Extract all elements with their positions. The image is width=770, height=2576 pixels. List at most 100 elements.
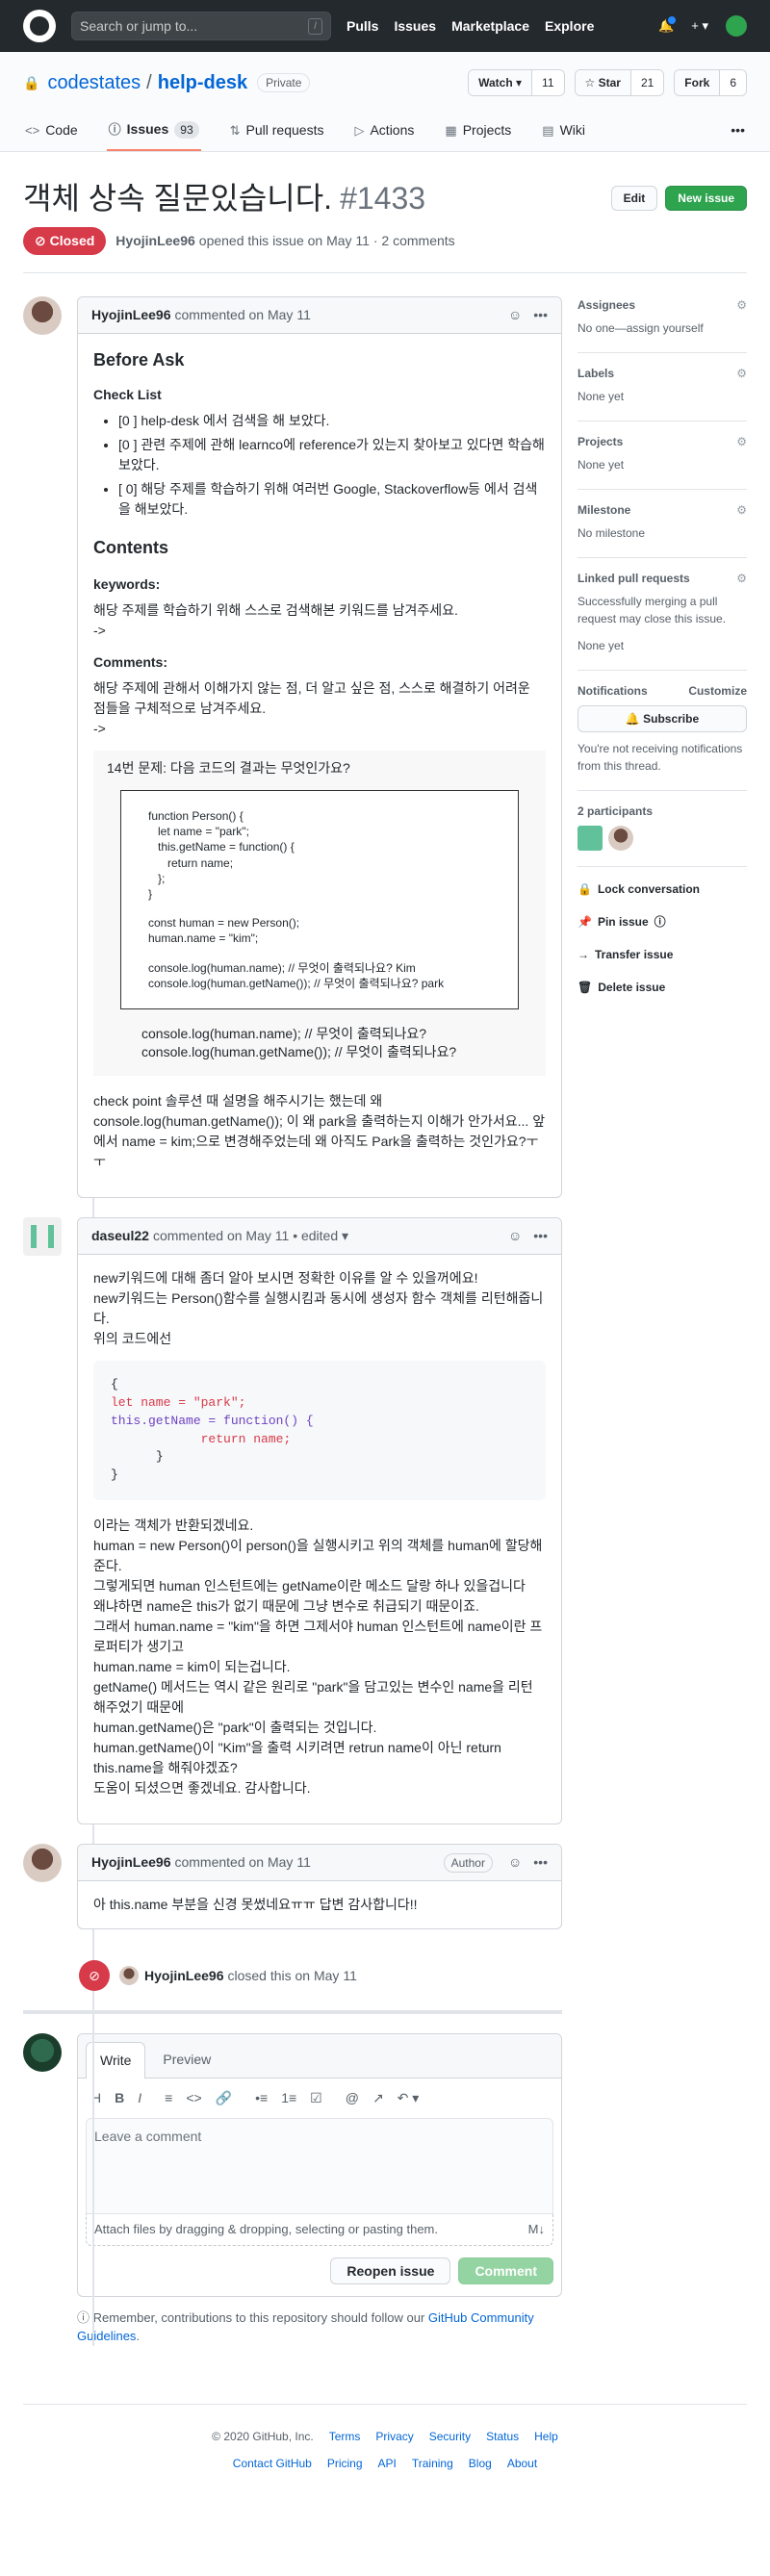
bold-icon[interactable]: B [115,2088,124,2108]
code-line: const human = new Person(); [148,916,300,931]
footer-link[interactable]: Terms [329,2428,361,2445]
footer-link[interactable]: Contact GitHub [233,2455,312,2472]
avatar-menu[interactable] [726,15,747,37]
attach-files-bar[interactable]: Attach files by dragging & dropping, sel… [86,2214,553,2246]
footer-link[interactable]: Status [486,2428,519,2445]
smiley-icon[interactable]: ☺ [508,305,522,325]
smiley-icon[interactable]: ☺ [508,1852,522,1873]
italic-icon[interactable]: I [138,2088,141,2108]
more-icon[interactable]: ••• [729,112,747,151]
event-author[interactable]: HyojinLee96 [144,1966,223,1986]
comment-textarea[interactable]: Leave a comment [86,2118,553,2215]
embedded-image[interactable]: 14번 문제: 다음 코드의 결과는 무엇인가요? function Perso… [93,751,546,1077]
task-list-icon[interactable]: ☑ [310,2088,322,2108]
transfer-issue-link[interactable]: → Transfer issue [578,946,747,963]
create-new-menu[interactable]: + ▾ [691,16,708,36]
nav-marketplace[interactable]: Marketplace [451,16,529,37]
comment: HyojinLee96 commented on May 11 Author ☺ ••… [23,1844,562,1930]
tab-code[interactable]: <> Code [23,112,80,151]
avatar[interactable] [608,826,633,851]
comment-meta[interactable]: commented on May 11 • edited ▾ [153,1226,348,1246]
kebab-menu-icon[interactable]: ••• [533,1226,548,1246]
bulleted-list-icon[interactable]: •≡ [255,2088,268,2108]
footer-link[interactable]: Privacy [375,2428,413,2445]
gear-icon[interactable]: ⚙ [736,296,747,314]
assignees-value[interactable]: No one—assign yourself [578,319,747,337]
nav-issues[interactable]: Issues [394,16,436,37]
footer-link[interactable]: Pricing [327,2455,363,2472]
gear-icon[interactable]: ⚙ [736,570,747,587]
footer-link[interactable]: API [378,2455,397,2472]
event-text: closed this on May 11 [227,1967,357,1983]
tab-write[interactable]: Write [86,2042,146,2079]
search-input[interactable]: Search or jump to... / [71,12,331,40]
reply-icon[interactable]: ↶ ▾ [398,2088,420,2108]
link-icon[interactable]: 🔗 [216,2088,232,2108]
author-badge: Author [443,1852,493,1873]
new-issue-button[interactable]: New issue [665,186,747,211]
quote-icon[interactable]: ≡ [165,2088,172,2108]
comment-author[interactable]: daseul22 [91,1226,149,1246]
code-icon: <> [25,122,40,138]
smiley-icon[interactable]: ☺ [508,1226,522,1246]
avatar[interactable] [23,296,62,335]
list-item: [0 ] help-desk 에서 검색을 해 보았다. [118,411,546,431]
footer-link[interactable]: Security [429,2428,471,2445]
tab-actions[interactable]: ▷ Actions [352,112,416,151]
numbered-list-icon[interactable]: 1≡ [281,2088,296,2108]
repo-name-link[interactable]: help-desk [158,68,247,97]
avatar[interactable] [578,826,603,851]
paragraph-line: getName() 메서드는 역시 같은 원리로 "park"을 담고있는 변수… [93,1679,533,1716]
delete-issue-link[interactable]: 🗑 Delete issue [578,979,747,996]
nav-explore[interactable]: Explore [545,16,594,37]
tab-wiki[interactable]: ▤ Wiki [540,112,587,151]
avatar[interactable] [23,2033,62,2073]
star-button[interactable]: ☆ Star 21 [574,69,665,96]
tab-preview[interactable]: Preview [149,2042,224,2078]
fork-button[interactable]: Fork 6 [674,69,747,96]
lock-conversation-link[interactable]: 🔒 Lock conversation [578,880,747,898]
slash-shortcut: / [308,17,322,35]
avatar[interactable] [23,1217,62,1257]
comment-author[interactable]: HyojinLee96 [91,1852,170,1873]
mention-icon[interactable]: @ [346,2088,359,2108]
subscribe-button[interactable]: 🔔 Subscribe [578,705,747,732]
pin-issue-link[interactable]: 📌 Pin issue ⓘ [578,913,747,931]
tab-pull-requests[interactable]: ⇅ Pull requests [228,112,326,151]
comment-author[interactable]: HyojinLee96 [91,305,170,325]
heading: Contents [93,538,168,557]
project-icon: ▦ [445,122,457,138]
footer-link[interactable]: Blog [469,2455,492,2472]
paragraph-line: human.name = kim이 되는겁니다. [93,1659,291,1675]
tab-projects[interactable]: ▦ Projects [443,112,513,151]
watch-button[interactable]: Watch ▾ 11 [468,69,565,96]
avatar[interactable] [119,1966,139,1986]
nav-pulls[interactable]: Pulls [346,16,378,37]
milestone-value: No milestone [578,526,646,540]
cross-reference-icon[interactable]: ↗ [372,2088,384,2108]
code-icon[interactable]: <> [186,2088,201,2108]
bell-icon[interactable]: 🔔 [658,14,679,36]
footer-link[interactable]: Help [534,2428,558,2445]
footer-link[interactable]: About [507,2455,537,2472]
edit-button[interactable]: Edit [610,186,658,211]
markdown-toolbar: H B I ≡ <> 🔗 •≡ 1≡ ☑ @ ↗ ↶ ▾ [78,2079,561,2118]
customize-link[interactable]: Customize [688,682,747,700]
kebab-menu-icon[interactable]: ••• [533,1852,548,1873]
paragraph: 아 this.name 부분을 신경 못썼네요ㅠㅠ 답변 감사합니다!! [93,1897,418,1913]
reopen-issue-button[interactable]: Reopen issue [330,2257,451,2284]
gear-icon[interactable]: ⚙ [736,365,747,382]
kebab-menu-icon[interactable]: ••• [533,305,548,325]
comment-button[interactable]: Comment [458,2257,553,2284]
tab-issues[interactable]: ⓘ Issues 93 [106,112,201,151]
repo-owner-link[interactable]: codestates [47,68,141,97]
markdown-icon[interactable]: M↓ [528,2220,545,2239]
gear-icon[interactable]: ⚙ [736,501,747,519]
gear-icon[interactable]: ⚙ [736,433,747,450]
github-logo-icon[interactable] [23,10,56,42]
code-line: this.getName = function() { [158,840,295,854]
issue-author-link[interactable]: HyojinLee96 [116,231,194,251]
info-icon: ⓘ [654,915,666,929]
avatar[interactable] [23,1844,62,1883]
footer-link[interactable]: Training [412,2455,453,2472]
